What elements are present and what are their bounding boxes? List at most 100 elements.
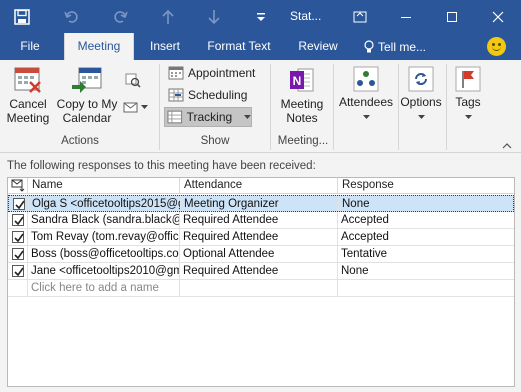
add-attendee-row[interactable]: Click here to add a name	[8, 280, 514, 297]
down-arrow-icon[interactable]	[204, 7, 224, 27]
attendee-attendance[interactable]: Meeting Organizer	[180, 196, 338, 212]
scheduling-icon	[168, 88, 184, 102]
tell-me-label: Tell me...	[378, 39, 427, 54]
lightbulb-icon	[364, 39, 374, 52]
cancel-meeting-button[interactable]: Cancel Meeting	[4, 65, 52, 125]
copy-to-my-calendar-label: Copy to My Calendar	[56, 97, 118, 125]
attendees-icon	[353, 66, 379, 92]
redo-icon[interactable]	[110, 7, 130, 27]
appointment-icon	[168, 66, 184, 80]
save-icon[interactable]	[12, 7, 32, 27]
attendee-response: None	[338, 196, 515, 212]
ribbon-display-options-icon[interactable]	[337, 0, 383, 33]
table-row[interactable]: Sandra Black (sandra.black@offi Required…	[8, 212, 514, 229]
chevron-down-icon	[417, 115, 425, 119]
close-icon[interactable]	[475, 0, 521, 33]
separator	[333, 64, 334, 150]
add-name-input[interactable]: Click here to add a name	[27, 280, 179, 296]
options-label: Options	[400, 95, 442, 109]
tab-review[interactable]: Review	[288, 33, 348, 60]
tracking-icon	[167, 110, 183, 124]
tab-file[interactable]: File	[8, 33, 52, 60]
attendee-checkbox[interactable]	[12, 265, 24, 277]
scheduling-label: Scheduling	[188, 88, 248, 102]
browse-icon[interactable]	[125, 72, 141, 91]
separator	[446, 64, 447, 150]
restore-icon[interactable]	[429, 0, 475, 33]
attendee-checkbox[interactable]	[12, 231, 24, 243]
attendees-label: Attendees	[338, 95, 394, 109]
attendee-response: Accepted	[337, 212, 514, 228]
actions-group-label: Actions	[61, 135, 99, 147]
tracking-label: Tracking	[186, 110, 233, 124]
separator	[159, 64, 160, 150]
customize-icon[interactable]	[251, 7, 271, 27]
cancel-meeting-label: Cancel Meeting	[6, 97, 50, 125]
minimize-icon[interactable]	[383, 0, 429, 33]
ribbon: Cancel Meeting Copy to My Calendar Actio…	[0, 60, 521, 153]
copy-calendar-icon	[72, 67, 102, 93]
attendee-response: Accepted	[337, 229, 514, 245]
meeting-notes-button[interactable]: N Meeting Notes	[274, 65, 330, 125]
tracking-pane: The following responses to this meeting …	[0, 153, 521, 392]
title-bar: Stat...	[0, 0, 521, 33]
attendee-response: None	[337, 263, 514, 279]
table-row[interactable]: Tom Revay (tom.revay@officet Required At…	[8, 229, 514, 246]
ribbon-tabs: File Meeting Insert Format Text Review T…	[0, 33, 521, 61]
window-title: Stat...	[290, 9, 322, 23]
attendee-attendance[interactable]: Optional Attendee	[179, 246, 337, 262]
cancel-calendar-icon	[14, 67, 41, 93]
attendee-checkbox[interactable]	[12, 214, 24, 226]
attendee-name[interactable]: Sandra Black (sandra.black@offi	[27, 212, 179, 228]
respond-dropdown[interactable]	[123, 100, 148, 114]
attendee-attendance[interactable]: Required Attendee	[179, 229, 337, 245]
svg-text:N: N	[293, 74, 302, 88]
appointment-button[interactable]: Appointment	[166, 63, 262, 83]
tracking-button[interactable]: Tracking	[164, 107, 252, 127]
attendees-button[interactable]: Attendees	[336, 65, 396, 123]
tags-button[interactable]: Tags	[448, 65, 488, 123]
chevron-down-icon	[362, 115, 370, 119]
tab-insert[interactable]: Insert	[140, 33, 190, 60]
column-header-response[interactable]: Response	[337, 178, 514, 194]
chevron-down-icon	[464, 115, 472, 119]
attendee-checkbox[interactable]	[12, 248, 24, 260]
add-response-cell	[337, 280, 514, 296]
tab-meeting[interactable]: Meeting	[64, 33, 134, 61]
up-arrow-icon[interactable]	[158, 7, 178, 27]
attendee-checkbox[interactable]	[13, 198, 25, 210]
options-button[interactable]: Options	[398, 65, 444, 123]
attendee-name[interactable]: Tom Revay (tom.revay@officet	[27, 229, 179, 245]
undo-icon[interactable]	[62, 7, 82, 27]
chevron-down-icon	[244, 114, 251, 119]
attendee-attendance[interactable]: Required Attendee	[179, 212, 337, 228]
meeting-notes-group-label: Meeting...	[277, 135, 329, 147]
chevron-down-icon	[141, 104, 148, 109]
attendee-name[interactable]: Jane <officetooltips2010@gma	[27, 263, 179, 279]
column-header-name[interactable]: Name	[27, 178, 179, 194]
envelope-sort-icon[interactable]	[11, 179, 25, 195]
table-row[interactable]: Boss (boss@officetooltips.com) Optional …	[8, 246, 514, 263]
feedback-smiley-icon[interactable]	[487, 37, 506, 56]
options-icon	[408, 66, 434, 92]
attendee-attendance[interactable]: Required Attendee	[179, 263, 337, 279]
table-row[interactable]: Jane <officetooltips2010@gma Required At…	[8, 263, 514, 280]
collapse-ribbon-icon[interactable]	[502, 138, 512, 152]
flag-icon	[455, 66, 481, 92]
show-group-label: Show	[200, 135, 230, 147]
tell-me-search[interactable]: Tell me...	[364, 33, 426, 60]
onenote-icon: N	[290, 68, 314, 92]
tags-label: Tags	[455, 95, 481, 109]
table-header: Name Attendance Response	[8, 178, 514, 194]
table-row[interactable]: Olga S <officetooltips2015@gm Meeting Or…	[8, 195, 514, 212]
separator	[270, 64, 271, 150]
attendee-name[interactable]: Boss (boss@officetooltips.com)	[27, 246, 179, 262]
scheduling-button[interactable]: Scheduling	[166, 85, 262, 105]
column-header-attendance[interactable]: Attendance	[179, 178, 337, 194]
info-text: The following responses to this meeting …	[7, 160, 316, 172]
attendee-name[interactable]: Olga S <officetooltips2015@gm	[28, 196, 180, 212]
appointment-label: Appointment	[188, 66, 256, 80]
tab-format-text[interactable]: Format Text	[198, 33, 280, 60]
copy-to-my-calendar-button[interactable]: Copy to My Calendar	[54, 65, 120, 125]
attendee-response: Tentative	[337, 246, 514, 262]
